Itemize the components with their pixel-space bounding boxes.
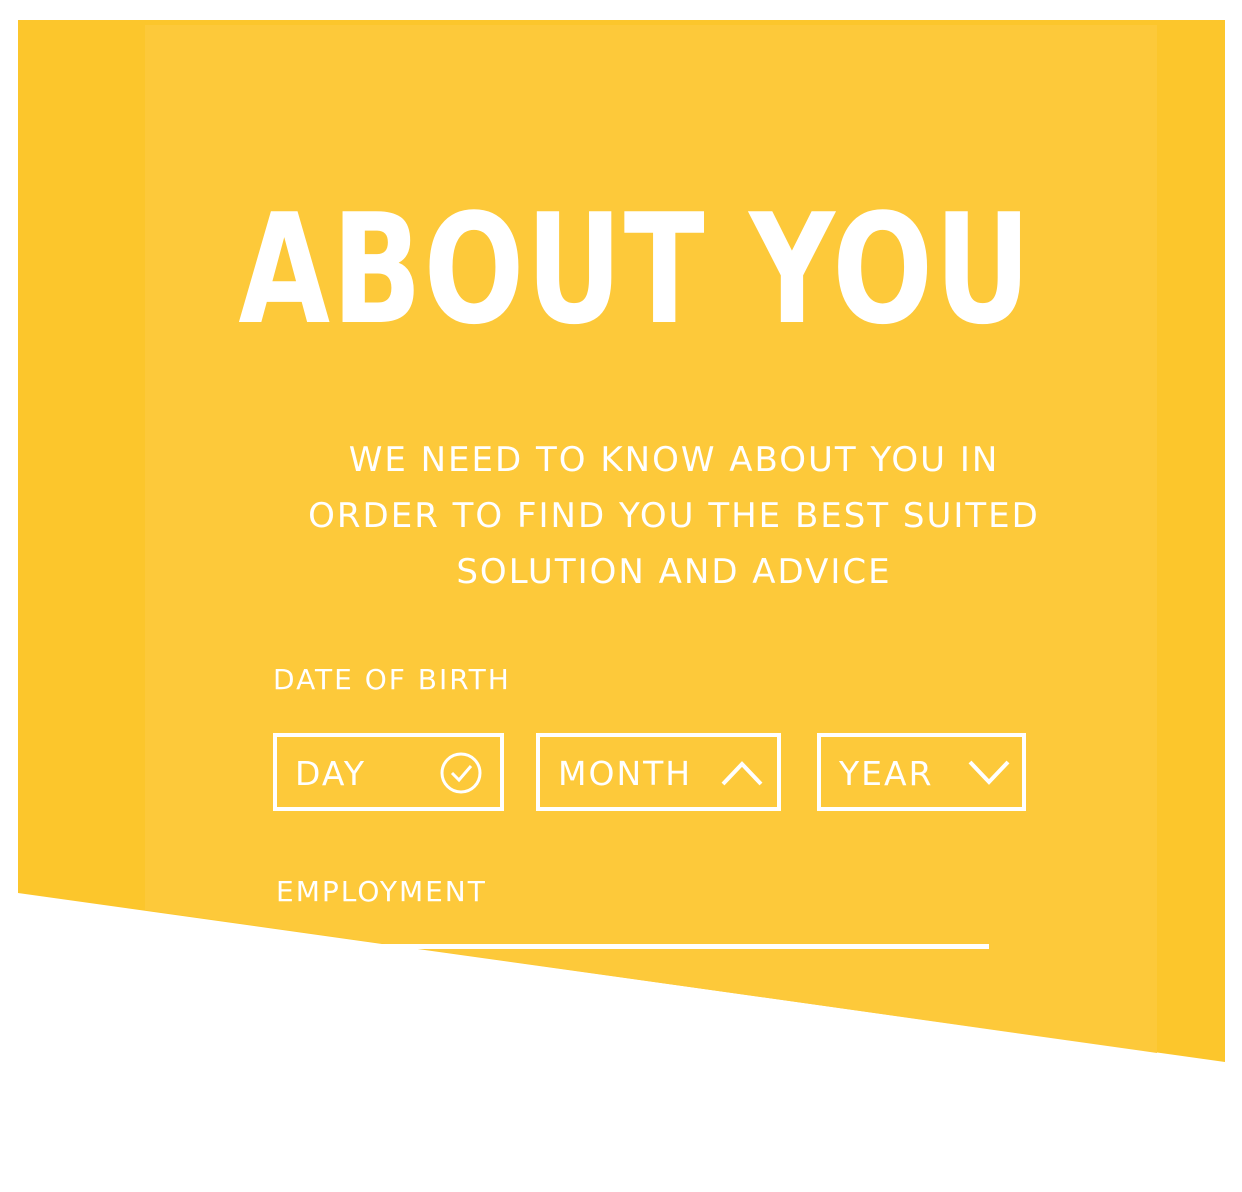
employment-label: EMPLOYMENT: [276, 875, 487, 908]
date-of-birth-label: DATE OF BIRTH: [273, 663, 511, 696]
about-you-screen: ABOUT YOU WE NEED TO KNOW ABOUT YOU IN O…: [0, 0, 1242, 1192]
day-select[interactable]: DAY: [273, 733, 504, 811]
employment-input[interactable]: [276, 944, 989, 949]
chevron-up-icon: [721, 761, 763, 786]
page-title: ABOUT YOU: [238, 181, 1033, 358]
month-select-value: MONTH: [558, 754, 693, 793]
month-select[interactable]: MONTH: [536, 733, 781, 811]
day-select-value: DAY: [295, 754, 367, 793]
page-subtitle: WE NEED TO KNOW ABOUT YOU IN ORDER TO FI…: [308, 440, 1040, 592]
check-circle-icon: [440, 752, 482, 794]
year-select-value: YEAR: [839, 754, 934, 793]
chevron-down-icon: [968, 760, 1010, 785]
year-select[interactable]: YEAR: [817, 733, 1026, 811]
